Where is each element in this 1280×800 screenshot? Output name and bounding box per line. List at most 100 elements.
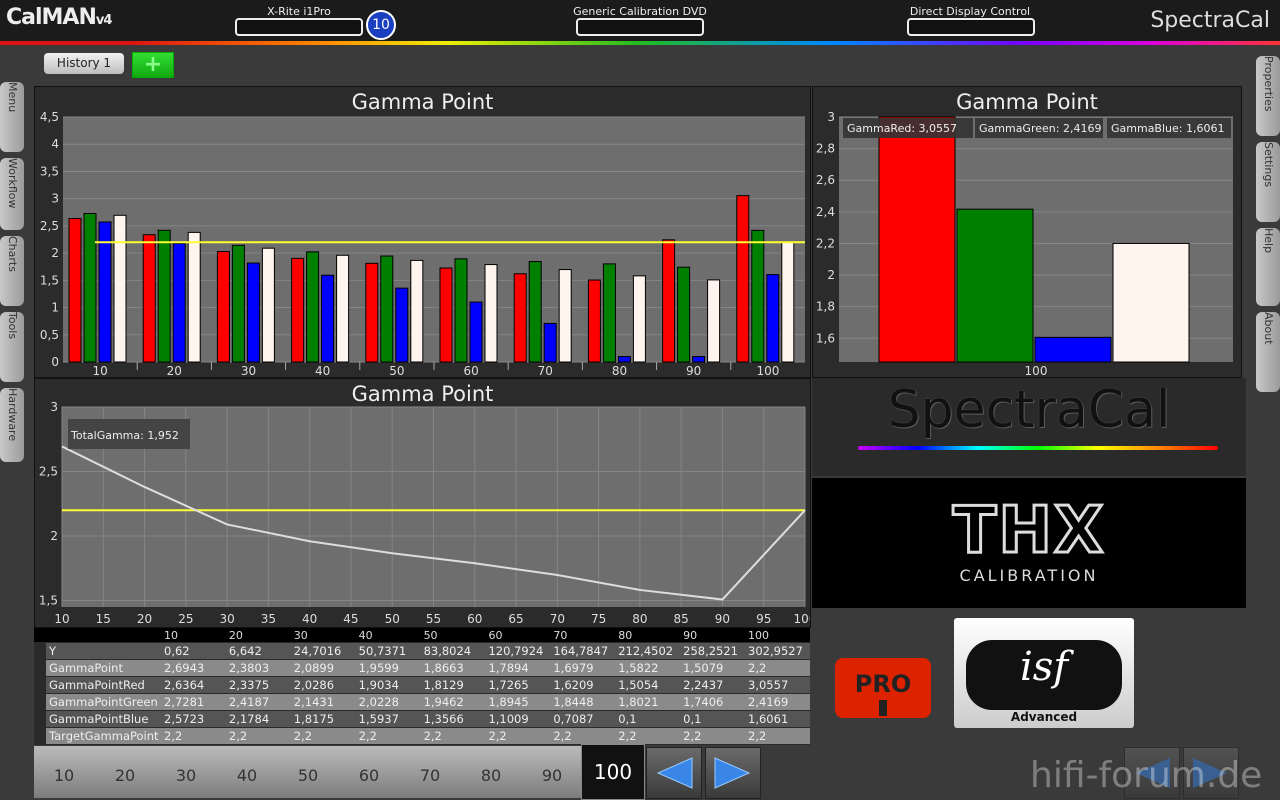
nav-point-50[interactable]: 50	[288, 766, 328, 785]
side-tab-hardware[interactable]: Hardware	[0, 388, 24, 462]
table-cell: 1,6979	[550, 659, 616, 677]
table-cell: 1,7894	[485, 659, 551, 677]
x-tick-label: 10	[92, 364, 107, 377]
x-tick-label: 20	[167, 364, 182, 377]
table-cell: 50	[420, 628, 486, 643]
thx-logo-text: THX	[951, 493, 1106, 570]
x-tick-label: 70	[550, 612, 565, 626]
row-selector[interactable]	[34, 642, 46, 660]
app-logo: CalMANv4	[6, 5, 112, 30]
y-tick-label: 2,5	[39, 465, 58, 479]
bar	[336, 254, 350, 363]
value-label: TotalGamma: 1,952	[70, 429, 179, 442]
nav-point-60[interactable]: 60	[349, 766, 389, 785]
table-row[interactable]: Y 0,62 6,642 24,7016 50,7371 83,8024 120,7924 1…	[34, 642, 810, 660]
tab-history-1[interactable]: History 1	[44, 53, 124, 74]
table-cell: 1,6061	[745, 710, 810, 728]
bar	[157, 229, 171, 363]
x-tick-label: 60	[467, 612, 482, 626]
bar	[751, 229, 765, 363]
y-tick-label: 3	[51, 192, 59, 206]
table-row[interactable]: GammaPointGreen 2,7281 2,4187 2,1431 2,0228 1…	[34, 693, 810, 711]
table-row[interactable]: 10 20 30 40 50 60 70 80 90 100	[34, 628, 810, 643]
table-cell: 30	[290, 628, 356, 643]
table-row[interactable]: GammaPointBlue 2,5723 2,1784 1,8175 1,5937 1,…	[34, 710, 810, 728]
row-label: GammaPoint	[46, 659, 161, 677]
side-tab-help[interactable]: Help	[1256, 228, 1280, 306]
row-label: GammaPointGreen	[46, 693, 161, 711]
nav-point-40[interactable]: 40	[227, 766, 267, 785]
table-row[interactable]: GammaPoint 2,6943 2,3803 2,0899 1,9599 1,8663…	[34, 659, 810, 677]
nav-point-current[interactable]: 100	[581, 744, 645, 800]
side-tab-settings[interactable]: Settings	[1256, 142, 1280, 222]
gamma-line-chart: 1,5 2 2,5 3 10 15 20 25 30 35 40 45 50 55 60 65 70 75 80 85…	[39, 400, 810, 626]
meter-label: X-Rite i1Pro	[267, 5, 331, 18]
row-label: TargetGammaPoint	[46, 727, 161, 745]
nav-point-80[interactable]: 80	[471, 766, 511, 785]
table-cell: 3,0557	[745, 676, 810, 694]
table-cell: 2,2	[550, 727, 616, 745]
y-tick-label: 2,4	[816, 205, 835, 219]
display-field[interactable]	[907, 18, 1035, 36]
side-tab-tools[interactable]: Tools	[0, 312, 24, 382]
side-tab-properties[interactable]: Properties	[1256, 56, 1280, 136]
rainbow-divider	[0, 41, 1280, 45]
table-cell: 90	[680, 628, 746, 643]
value-label: GammaGreen: 2,4169	[979, 122, 1101, 135]
thx-logo-subtext: CALIBRATION	[959, 566, 1099, 585]
row-selector[interactable]	[34, 727, 46, 745]
source-field[interactable]	[576, 18, 704, 36]
table-cell: 1,5937	[355, 710, 421, 728]
previous-point-button[interactable]	[646, 747, 702, 799]
nav-point-30[interactable]: 30	[166, 766, 206, 785]
bar	[878, 116, 956, 363]
spectracal-logo-text: SpectraCal	[887, 380, 1171, 440]
nav-point-70[interactable]: 70	[410, 766, 450, 785]
x-tick-label: 95	[756, 612, 771, 626]
table-row[interactable]: TargetGammaPoint 2,2 2,2 2,2 2,2 2,2 2,2 2,2 2,2…	[34, 727, 810, 745]
table-cell: 1,8175	[290, 710, 356, 728]
bar	[291, 257, 305, 363]
row-selector[interactable]	[34, 676, 46, 694]
table-cell: 60	[485, 628, 551, 643]
data-grid: 10 20 30 40 50 60 70 80 90 100 Y 0,62 6,642 24,7016 50…	[34, 628, 810, 745]
meter-field[interactable]	[235, 18, 363, 36]
side-tab-charts[interactable]: Charts	[0, 236, 24, 306]
next-point-button[interactable]	[705, 747, 761, 799]
table-cell: 2,0899	[290, 659, 356, 677]
table-cell: 2,2	[485, 727, 551, 745]
row-selector[interactable]	[34, 628, 46, 643]
bar	[781, 241, 795, 363]
table-row[interactable]: GammaPointRed 2,6364 2,3375 2,0286 1,9034 1,8…	[34, 676, 810, 694]
bar	[439, 267, 453, 363]
table-cell: 2,2	[615, 727, 681, 745]
add-tab-button[interactable]: +	[132, 52, 174, 78]
spectracal-logo: SpectraCal	[812, 378, 1246, 476]
bar	[707, 279, 721, 363]
side-tab-menu[interactable]: Menu	[0, 82, 24, 152]
arrow-left-icon	[656, 757, 693, 789]
row-selector[interactable]	[34, 693, 46, 711]
side-tab-label: Properties	[1262, 56, 1275, 112]
nav-point-20[interactable]: 20	[105, 766, 145, 785]
table-cell: 2,2	[355, 727, 421, 745]
table-cell: 258,2521	[680, 642, 746, 660]
nav-point-10[interactable]: 10	[44, 766, 84, 785]
table-cell: 1,7265	[485, 676, 551, 694]
plus-icon: +	[143, 52, 163, 77]
y-tick-label: 2,8	[816, 142, 835, 156]
row-selector[interactable]	[34, 659, 46, 677]
row-selector[interactable]	[34, 710, 46, 728]
side-tab-workflow[interactable]: Workflow	[0, 158, 24, 230]
table-cell: 2,0228	[355, 693, 421, 711]
meter-count-badge[interactable]: 10	[366, 10, 396, 40]
bar	[187, 231, 201, 363]
row-label: Y	[46, 642, 161, 660]
table-cell: 1,8663	[420, 659, 486, 677]
side-tab-about[interactable]: About	[1256, 312, 1280, 392]
table-cell: 1,3566	[420, 710, 486, 728]
bar	[632, 275, 646, 363]
nav-point-90[interactable]: 90	[532, 766, 572, 785]
y-tick-label: 4,5	[40, 110, 59, 124]
table-cell: 2,4169	[745, 693, 810, 711]
